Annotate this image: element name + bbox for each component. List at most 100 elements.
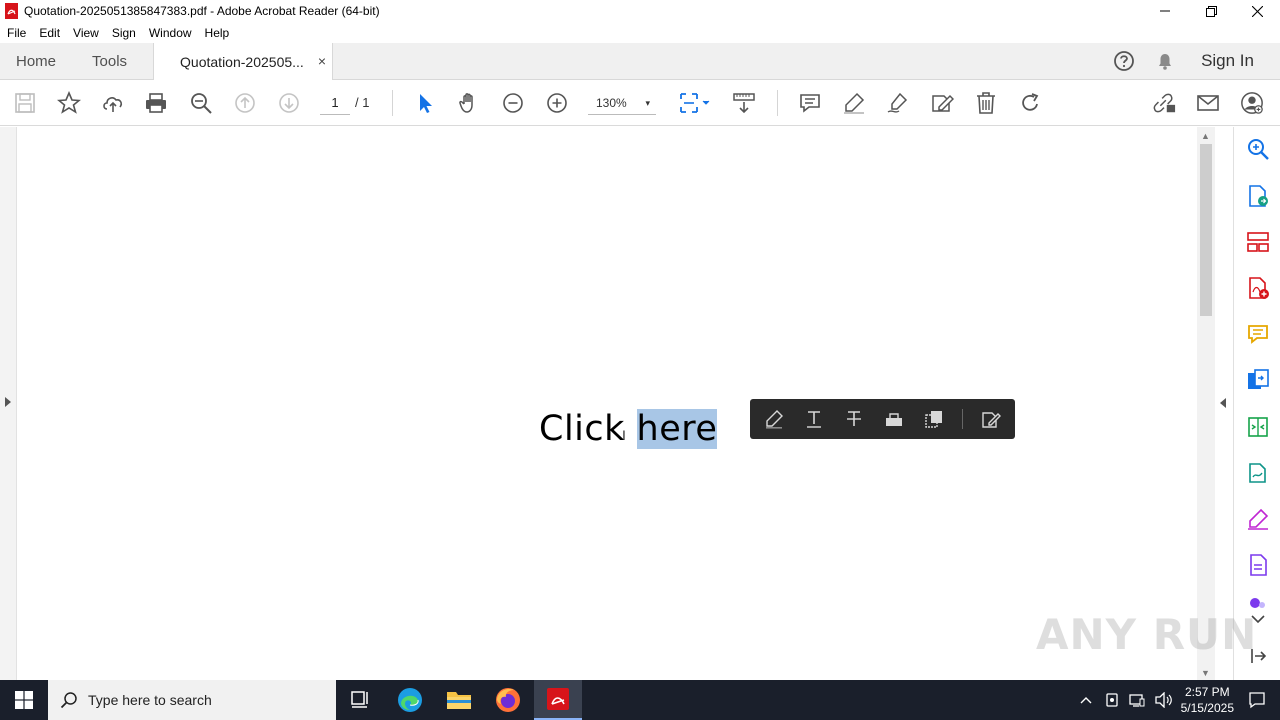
menu-sign[interactable]: Sign [112,26,136,40]
fill-sign-icon[interactable] [1246,461,1270,485]
zoom-level-dropdown[interactable]: 130% ▾ [588,91,656,115]
toolbar-divider [392,90,393,116]
start-windows-icon[interactable] [0,680,48,720]
page-total-label: / 1 [355,95,370,110]
highlight-text-icon[interactable] [764,409,784,429]
title-bar: Quotation-2025051385847383.pdf - Adobe A… [0,0,1280,22]
close-window-button[interactable] [1234,0,1280,22]
sign-pen-icon[interactable] [1246,507,1270,531]
minimize-button[interactable] [1142,0,1188,22]
fit-page-icon[interactable] [677,91,713,115]
draw-freehand-icon[interactable] [886,91,910,115]
print-icon[interactable] [144,91,168,115]
search-placeholder: Type here to search [88,692,212,708]
acrobat-app-icon [4,3,20,19]
combine-files-icon[interactable] [1246,368,1270,392]
selected-text[interactable]: here [636,409,718,449]
edit-text-icon[interactable] [981,409,1001,429]
highlight-pen-icon[interactable] [842,91,866,115]
account-share-icon[interactable] [1240,91,1264,115]
previous-page-icon[interactable] [233,91,257,115]
compress-pdf-icon[interactable] [1246,415,1270,439]
create-pdf-icon[interactable] [1246,276,1270,300]
task-view-icon[interactable] [336,680,384,720]
firefox-browser-icon[interactable] [484,680,532,720]
file-explorer-icon[interactable] [435,680,483,720]
main-toolbar: 1 / 1 130% ▾ [0,80,1280,126]
taskbar-search-box[interactable]: Type here to search [48,680,336,720]
upload-cloud-icon[interactable] [101,91,125,115]
float-toolbar-divider [962,409,963,429]
email-envelope-icon[interactable] [1196,91,1220,115]
strikethrough-text-icon[interactable] [844,409,864,429]
help-icon[interactable] [1113,50,1135,72]
save-icon[interactable] [13,91,37,115]
taskbar-clock[interactable]: 2:57 PM 5/15/2025 [1181,684,1234,716]
delete-trash-icon[interactable] [974,91,998,115]
menu-help[interactable]: Help [205,26,230,40]
edit-pdf-icon[interactable] [930,91,954,115]
collapse-right-arrow-icon [1220,398,1226,408]
tab-tools[interactable]: Tools [84,43,135,79]
search-zoom-icon[interactable] [1246,137,1270,161]
zoom-in-icon[interactable] [545,91,569,115]
edge-browser-icon[interactable] [386,680,434,720]
restore-button[interactable] [1188,0,1234,22]
rotate-icon[interactable] [1018,91,1042,115]
clock-time: 2:57 PM [1184,685,1230,699]
comment-panel-icon[interactable] [1246,322,1270,346]
next-page-icon[interactable] [277,91,301,115]
export-pdf-icon[interactable] [1246,184,1270,208]
tab-home[interactable]: Home [8,43,64,79]
bookmark-star-icon[interactable] [57,91,81,115]
find-magnifier-icon[interactable] [189,91,213,115]
comment-icon[interactable] [798,91,822,115]
anyrun-watermark: ANY RUN [1036,610,1258,659]
network-icon[interactable] [1128,693,1145,707]
tab-document-label: Quotation-202505... [180,54,304,70]
right-panel-toggle[interactable] [1215,127,1233,680]
select-tool-icon[interactable] [413,91,437,115]
notifications-bell-icon[interactable] [1155,51,1175,71]
hand-tool-icon[interactable] [457,91,481,115]
organize-pages-icon[interactable] [1246,230,1270,254]
zoom-out-icon[interactable] [501,91,525,115]
sign-in-button[interactable]: Sign In [1201,51,1254,71]
windows-taskbar: Type here to search 2:57 PM 5/15/2025 [0,680,1280,720]
document-text[interactable]: Click here [539,409,718,449]
zoom-level-value: 130% [596,96,627,110]
scroll-down-arrow-icon[interactable]: ▼ [1201,668,1210,678]
acrobat-taskbar-icon[interactable] [534,680,582,720]
text-selection-toolbar [750,399,1015,439]
show-hidden-icons-chevron-icon[interactable] [1079,695,1093,705]
tab-document[interactable]: Quotation-202505... × [153,43,334,81]
search-icon [60,691,78,709]
volume-speaker-icon[interactable] [1154,692,1173,708]
menu-file[interactable]: File [7,26,26,40]
protect-document-icon[interactable] [1246,553,1270,577]
action-center-notification-icon[interactable] [1248,691,1266,709]
right-tools-rail [1233,127,1280,680]
scroll-up-arrow-icon[interactable]: ▲ [1201,131,1210,141]
device-status-icon[interactable] [1105,692,1119,708]
text-cursor-icon: I [622,427,626,443]
tab-bar: Home Tools Quotation-202505... × Sign In [0,43,1280,81]
menu-view[interactable]: View [73,26,99,40]
menu-edit[interactable]: Edit [39,26,60,40]
window-title: Quotation-2025051385847383.pdf - Adobe A… [24,4,380,18]
more-tools-icon[interactable] [1246,595,1270,611]
clock-date: 5/15/2025 [1180,701,1234,715]
close-tab-icon[interactable]: × [318,53,326,69]
underline-text-icon[interactable] [804,409,824,429]
document-page[interactable]: Click here I [18,127,1197,680]
system-tray: 2:57 PM 5/15/2025 [1079,680,1280,720]
share-link-icon[interactable] [1152,91,1176,115]
page-number-input[interactable]: 1 [320,91,350,115]
left-panel-toggle[interactable] [0,127,17,680]
vertical-scrollbar[interactable]: ▲ ▼ [1197,127,1215,680]
copy-text-icon[interactable] [924,409,944,429]
redact-text-icon[interactable] [884,409,904,429]
menu-window[interactable]: Window [149,26,192,40]
scroll-mode-icon[interactable] [732,91,756,115]
scrollbar-thumb[interactable] [1200,144,1212,316]
